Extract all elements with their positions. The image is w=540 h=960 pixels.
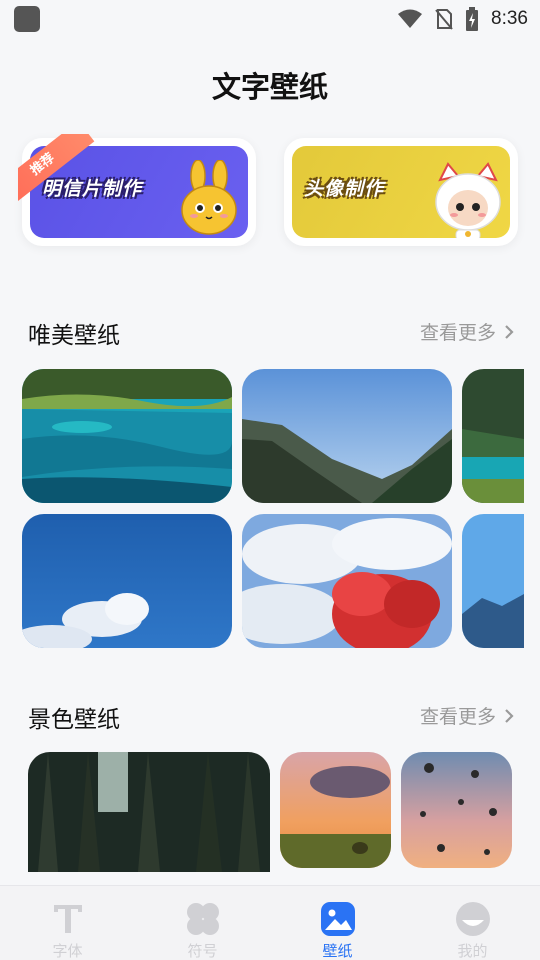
cat-mascot-icon [435, 162, 501, 238]
wallpaper-thumbnail[interactable] [22, 514, 232, 648]
tab-label: 壁纸 [322, 942, 353, 960]
tab-symbols[interactable]: 符号 [135, 886, 270, 960]
wallpaper-thumbnail[interactable] [28, 752, 270, 872]
status-bar: 8:36 [0, 0, 540, 38]
wallpaper-thumbnail[interactable] [462, 514, 524, 648]
avatar-maker-card[interactable]: 头像制作 [284, 138, 518, 246]
battery-charging-icon [466, 7, 479, 31]
tab-profile[interactable]: 我的 [405, 886, 540, 960]
wallpaper-thumbnail[interactable] [280, 752, 391, 868]
image-icon [320, 902, 355, 936]
see-more-button[interactable]: 查看更多 [420, 318, 514, 345]
font-t-icon [53, 905, 82, 933]
tab-label: 我的 [457, 942, 488, 960]
tab-wallpaper[interactable]: 壁纸 [270, 886, 405, 960]
profile-icon [455, 902, 490, 936]
recommend-ribbon: 推荐 [18, 134, 98, 214]
section-title: 景色壁纸 [28, 707, 120, 733]
scenery-wallpaper-header: 景色壁纸 查看更多 [28, 700, 514, 733]
status-time: 8:36 [491, 8, 528, 29]
tab-label: 符号 [187, 942, 218, 960]
app-icon [14, 6, 40, 32]
chevron-right-icon [505, 324, 514, 339]
see-more-label: 查看更多 [419, 322, 496, 344]
wallpaper-thumbnail[interactable] [22, 369, 232, 503]
page-title: 文字壁纸 [211, 70, 328, 104]
tab-font[interactable]: 字体 [0, 886, 135, 960]
no-sim-icon [435, 9, 453, 30]
wallpaper-thumbnail[interactable] [242, 369, 452, 503]
see-more-label: 查看更多 [419, 706, 496, 728]
chevron-right-icon [505, 708, 514, 723]
wallpaper-thumbnail[interactable] [242, 514, 452, 648]
bottom-tab-bar: 字体 符号 壁纸 我的 [0, 885, 540, 960]
beautiful-wallpaper-header: 唯美壁纸 查看更多 [28, 316, 514, 349]
wallpaper-thumbnail[interactable] [462, 369, 524, 503]
avatar-maker-label: 头像制作 [304, 178, 385, 200]
see-more-button[interactable]: 查看更多 [420, 702, 514, 729]
clover-icon [186, 903, 219, 935]
wallpaper-thumbnail[interactable] [401, 752, 512, 868]
bunny-mascot-icon [181, 160, 237, 235]
tab-label: 字体 [52, 942, 83, 960]
recommend-badge: 推荐 [18, 134, 95, 210]
wifi-icon [398, 9, 423, 28]
status-icons: 8:36 [397, 4, 528, 34]
section-title: 唯美壁纸 [28, 323, 120, 349]
